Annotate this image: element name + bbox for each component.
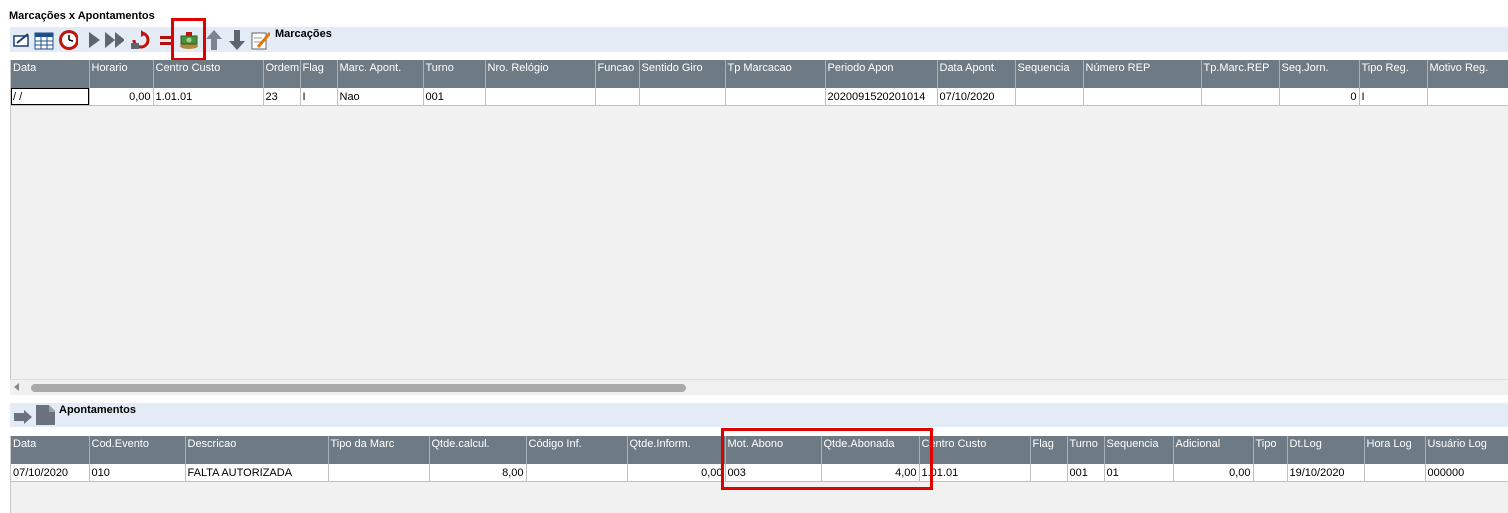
table-cell[interactable] xyxy=(595,88,640,106)
column-header[interactable]: Sequencia xyxy=(1015,60,1084,88)
pencil-note-icon[interactable] xyxy=(250,30,270,50)
column-header[interactable]: Motivo Reg. xyxy=(1427,60,1508,88)
table-cell[interactable] xyxy=(485,88,596,106)
play-icon[interactable] xyxy=(84,30,104,50)
marcacoes-header-row: Data Horario Centro Custo Ordem Flag Mar… xyxy=(11,60,1508,88)
apontamentos-section-label: Apontamentos xyxy=(59,404,136,416)
column-header[interactable]: Funcao xyxy=(595,60,640,88)
column-header[interactable]: Tipo da Marc xyxy=(328,436,430,464)
table-cell[interactable]: 8,00 xyxy=(429,464,527,482)
table-cell[interactable]: Nao xyxy=(337,88,424,106)
column-header[interactable]: Marc. Apont. xyxy=(337,60,424,88)
forward-arrow-icon[interactable] xyxy=(13,407,33,427)
column-header[interactable]: Usuário Log xyxy=(1425,436,1508,464)
table-cell[interactable]: 07/10/2020 xyxy=(11,464,90,482)
table-cell[interactable]: 19/10/2020 xyxy=(1287,464,1365,482)
table-cell[interactable]: 07/10/2020 xyxy=(937,88,1016,106)
column-header[interactable]: Periodo Apon xyxy=(825,60,938,88)
table-cell[interactable]: 01 xyxy=(1104,464,1174,482)
table-cell[interactable]: 1.01.01 xyxy=(919,464,1031,482)
column-header[interactable]: Tipo xyxy=(1253,436,1288,464)
column-header[interactable]: Nro. Relógio xyxy=(485,60,596,88)
table-cell[interactable]: 2020091520201014 xyxy=(825,88,938,106)
column-header[interactable]: Centro Custo xyxy=(919,436,1031,464)
column-header[interactable]: Seq.Jorn. xyxy=(1279,60,1360,88)
fast-forward-icon[interactable] xyxy=(104,30,124,50)
arrow-up-icon[interactable] xyxy=(204,30,224,50)
table-cell[interactable] xyxy=(1015,88,1084,106)
column-header[interactable]: Dt.Log xyxy=(1287,436,1365,464)
table-row[interactable]: / / 0,00 1.01.01 23 I Nao 001 2020091520… xyxy=(11,88,1508,106)
arrow-down-icon[interactable] xyxy=(227,30,247,50)
marcacoes-section-label: Marcações xyxy=(275,28,332,40)
table-cell[interactable]: 001 xyxy=(1067,464,1105,482)
column-header[interactable]: Tp.Marc.REP xyxy=(1201,60,1280,88)
column-header[interactable]: Tipo Reg. xyxy=(1359,60,1428,88)
column-header[interactable]: Ordem xyxy=(263,60,301,88)
column-header[interactable]: Sentido Giro xyxy=(639,60,726,88)
table-cell[interactable]: 1.01.01 xyxy=(153,88,264,106)
table-cell[interactable]: 010 xyxy=(89,464,186,482)
column-header[interactable]: Sequencia xyxy=(1104,436,1174,464)
column-header[interactable]: Turno xyxy=(1067,436,1105,464)
table-cell[interactable]: 0,00 xyxy=(627,464,726,482)
column-header[interactable]: Qtde.Inform. xyxy=(627,436,726,464)
column-header[interactable]: Flag xyxy=(300,60,338,88)
table-cell[interactable]: 0 xyxy=(1279,88,1360,106)
table-cell[interactable]: FALTA AUTORIZADA xyxy=(185,464,329,482)
column-header[interactable]: Descricao xyxy=(185,436,329,464)
table-cell[interactable]: 001 xyxy=(423,88,486,106)
column-header[interactable]: Turno xyxy=(423,60,486,88)
marcacoes-grid: Data Horario Centro Custo Ordem Flag Mar… xyxy=(10,60,1508,379)
undo-icon[interactable] xyxy=(130,30,150,50)
column-header[interactable]: Data xyxy=(11,436,90,464)
window-title: Marcações x Apontamentos xyxy=(9,10,155,22)
column-header[interactable]: Data xyxy=(11,60,90,88)
table-cell[interactable] xyxy=(1201,88,1280,106)
table-cell[interactable] xyxy=(1253,464,1288,482)
column-header[interactable]: Hora Log xyxy=(1364,436,1426,464)
table-cell[interactable]: 23 xyxy=(263,88,301,106)
table-cell[interactable] xyxy=(526,464,628,482)
highlight-box-abono-columns xyxy=(721,428,933,490)
column-header[interactable]: Adicional xyxy=(1173,436,1254,464)
table-cell[interactable]: 0,00 xyxy=(1173,464,1254,482)
column-header[interactable]: Centro Custo xyxy=(153,60,264,88)
table-cell[interactable] xyxy=(1030,464,1068,482)
table-cell[interactable]: I xyxy=(1359,88,1428,106)
column-header[interactable]: Qtde.calcul. xyxy=(429,436,527,464)
marcacoes-toolbar: Marcações xyxy=(10,27,1508,52)
table-cell[interactable]: 000000 xyxy=(1425,464,1508,482)
scroll-left-icon[interactable] xyxy=(14,383,19,391)
column-header[interactable]: Número REP xyxy=(1083,60,1202,88)
column-header[interactable]: Horario xyxy=(89,60,154,88)
highlight-box-money-icon xyxy=(171,18,206,61)
table-cell[interactable]: I xyxy=(300,88,338,106)
calendar-icon[interactable] xyxy=(34,30,54,50)
horizontal-scrollbar[interactable] xyxy=(10,379,1508,395)
table-cell[interactable] xyxy=(328,464,430,482)
scrollbar-thumb[interactable] xyxy=(31,384,686,392)
column-header[interactable]: Código Inf. xyxy=(526,436,628,464)
column-header[interactable]: Data Apont. xyxy=(937,60,1016,88)
table-cell[interactable] xyxy=(1083,88,1202,106)
table-cell[interactable]: 0,00 xyxy=(89,88,154,106)
table-cell[interactable] xyxy=(1364,464,1426,482)
table-cell[interactable]: / / xyxy=(11,88,90,106)
edit-icon[interactable] xyxy=(12,30,32,50)
apontamentos-toolbar: Apontamentos xyxy=(10,403,1508,427)
column-header[interactable]: Cod.Evento xyxy=(89,436,186,464)
column-header[interactable]: Tp Marcacao xyxy=(725,60,826,88)
document-icon[interactable] xyxy=(35,405,55,425)
table-cell[interactable] xyxy=(1427,88,1508,106)
table-cell[interactable] xyxy=(725,88,826,106)
clock-icon[interactable] xyxy=(58,30,78,50)
table-cell[interactable] xyxy=(639,88,726,106)
column-header[interactable]: Flag xyxy=(1030,436,1068,464)
